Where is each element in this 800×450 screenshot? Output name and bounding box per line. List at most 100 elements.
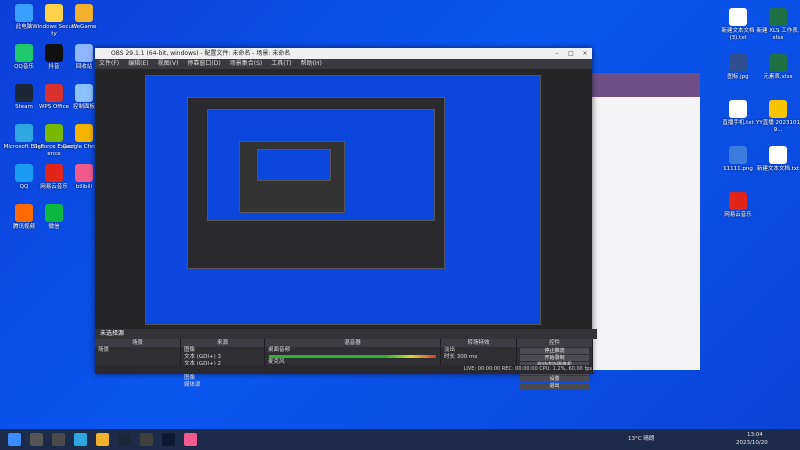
transitions-title: 转场特效 (441, 339, 516, 347)
app-icon (729, 8, 747, 26)
app-icon (15, 4, 33, 22)
clock-time: 13:04 (747, 432, 763, 438)
desktop-icon[interactable]: 直播手机.txt (716, 100, 760, 127)
control-button[interactable]: 设置 (520, 376, 589, 382)
explorer-icon[interactable] (96, 433, 109, 446)
desktop-icon[interactable]: 元素表.xlsx (756, 54, 800, 81)
control-button[interactable]: 退出 (520, 383, 589, 389)
app-icon (15, 124, 33, 142)
app-icon (45, 124, 63, 142)
app-icon (769, 8, 787, 26)
app-icon (45, 4, 63, 22)
desktop-icon-label: 直播手机.txt (722, 120, 754, 126)
no-source-selected: 未选择源 (95, 329, 597, 339)
menu-item[interactable]: 场景集合(S) (230, 60, 263, 67)
desktop-icon[interactable]: WeGame (62, 4, 106, 31)
maximize-icon[interactable]: □ (564, 48, 578, 59)
edge-icon[interactable] (74, 433, 87, 446)
menu-item[interactable]: 文件(F) (99, 60, 119, 67)
weather-text: 13°C 晴朗 (628, 436, 655, 442)
background-window[interactable] (592, 73, 700, 370)
search-icon[interactable] (30, 433, 43, 446)
mixer-channel-desktop: 桌面音频 (268, 347, 291, 353)
app-icon (769, 100, 787, 118)
background-window-header (592, 73, 700, 97)
source-item[interactable]: 文本 (GDI+) 3 (181, 354, 264, 361)
control-button[interactable]: 开始录制 (520, 355, 589, 361)
app-icon (729, 54, 747, 72)
app-icon (45, 84, 63, 102)
app-icon[interactable] (140, 433, 153, 446)
desktop-icon-label: 11111.png (723, 166, 753, 172)
desktop-icon[interactable]: 微信 (32, 204, 76, 231)
menu-item[interactable]: 停靠窗口(D) (187, 60, 220, 67)
desktop-icon[interactable]: 图标.jpg (716, 54, 760, 81)
control-button[interactable]: 停止推流 (520, 348, 589, 354)
obs-menubar: 文件(F) 编辑(E) 视图(V) 停靠窗口(D) 场景集合(S) 工具(T) 帮助(H) (95, 59, 592, 69)
audio-meter (269, 355, 436, 358)
app-icon (729, 100, 747, 118)
app-icon (15, 84, 33, 102)
scene-item[interactable]: 场景 (95, 347, 180, 354)
duration-input[interactable]: 300 ms (457, 354, 477, 360)
desktop-icon-label: 新建文本文档.txt (756, 166, 800, 172)
app-icon (75, 164, 93, 182)
desktop-icon[interactable]: 新建文本文档.txt (756, 146, 800, 173)
steam-icon[interactable] (118, 433, 131, 446)
obs-window[interactable]: OBS 29.1.1 (64-bit, windows) - 配置文件: 未命名… (95, 48, 597, 389)
obs-titlebar[interactable]: OBS 29.1.1 (64-bit, windows) - 配置文件: 未命名… (95, 48, 592, 59)
app-icon (15, 204, 33, 222)
clock-date: 2023/10/20 (736, 440, 768, 446)
desktop-icon-label: WeGame (71, 24, 97, 30)
menu-item[interactable]: 帮助(H) (301, 60, 322, 67)
desktop-icon-label: 图标.jpg (727, 74, 749, 80)
obs-title: OBS 29.1.1 (64-bit, windows) - 配置文件: 未命名… (111, 50, 291, 57)
app-icon (75, 124, 93, 142)
desktop-icon-label: 微信 (48, 224, 60, 230)
close-icon[interactable]: × (578, 48, 592, 59)
preview-canvas[interactable] (95, 69, 592, 329)
task-view-icon[interactable] (52, 433, 65, 446)
desktop-icon[interactable]: 网易云音乐 (716, 192, 760, 219)
app-icon[interactable] (184, 433, 197, 446)
desktop-icon[interactable]: 新建文本文档 (3).txt (716, 8, 760, 41)
app-icon (769, 54, 787, 72)
minimize-icon[interactable]: – (550, 48, 564, 59)
menu-item[interactable]: 编辑(E) (128, 60, 148, 67)
desktop-icon-label: 新建 XLS 工作表.xlsx (756, 28, 800, 41)
windows-start-icon[interactable] (8, 433, 21, 446)
desktop-icon[interactable]: 新建 XLS 工作表.xlsx (756, 8, 800, 41)
app-icon (75, 4, 93, 22)
desktop-icon-label: YY直播 20231019... (756, 120, 800, 133)
scenes-title: 场景 (95, 339, 180, 347)
mixer-title: 混音器 (265, 339, 440, 347)
duration-label: 时长 (444, 354, 456, 360)
app-icon (45, 44, 63, 62)
nested-desktop-3 (257, 149, 331, 181)
app-icon (769, 146, 787, 164)
desktop-icon[interactable]: 11111.png (716, 146, 760, 173)
app-icon (729, 192, 747, 210)
source-item[interactable]: 图像 (181, 375, 264, 382)
menu-item[interactable]: 工具(T) (271, 60, 291, 67)
desktop-icon-label: 网易云音乐 (724, 212, 752, 218)
app-icon (45, 204, 63, 222)
source-item[interactable]: 媒体源 (181, 382, 264, 389)
desktop-icon[interactable]: YY直播 20231019... (756, 100, 800, 133)
source-item[interactable]: 图像 (181, 347, 264, 354)
taskbar: 13°C 晴朗 13:04 2023/10/20 (0, 429, 800, 450)
desktop-icon-label: 新建文本文档 (3).txt (721, 28, 755, 41)
app-icon (75, 84, 93, 102)
transition-select[interactable]: 淡出 (441, 347, 516, 354)
controls-title: 控件 (517, 339, 592, 347)
app-icon (15, 164, 33, 182)
app-icon (15, 44, 33, 62)
obs-statusbar: LIVE: 00:00:00 REC: 00:00:00 CPU: 1.2%, … (95, 365, 592, 374)
app-icon (729, 146, 747, 164)
obs-icon[interactable] (162, 433, 175, 446)
desktop-icon-label: 元素表.xlsx (763, 74, 793, 80)
app-icon (45, 164, 63, 182)
sources-title: 来源 (181, 339, 264, 347)
app-icon (75, 44, 93, 62)
menu-item[interactable]: 视图(V) (158, 60, 179, 67)
